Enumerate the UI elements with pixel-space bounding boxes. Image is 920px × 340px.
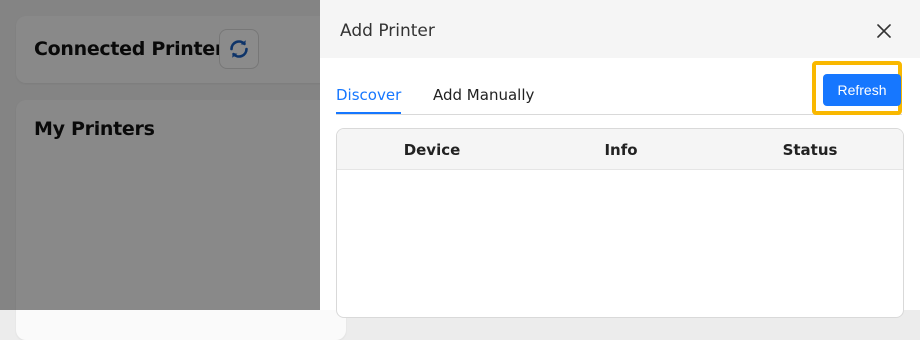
close-button[interactable] (874, 21, 894, 41)
table-header: Device Info Status (337, 129, 903, 170)
column-header-info: Info (604, 141, 638, 159)
drawer-header: Add Printer (320, 0, 920, 58)
drawer-title: Add Printer (340, 21, 435, 41)
devices-table: Device Info Status (336, 128, 904, 318)
refresh-button[interactable]: Refresh (823, 74, 901, 106)
tab-add-manually[interactable]: Add Manually (433, 86, 534, 112)
column-header-device: Device (403, 141, 461, 159)
close-icon (877, 24, 891, 38)
column-header-status: Status (782, 141, 838, 159)
tab-discover[interactable]: Discover (336, 86, 402, 114)
